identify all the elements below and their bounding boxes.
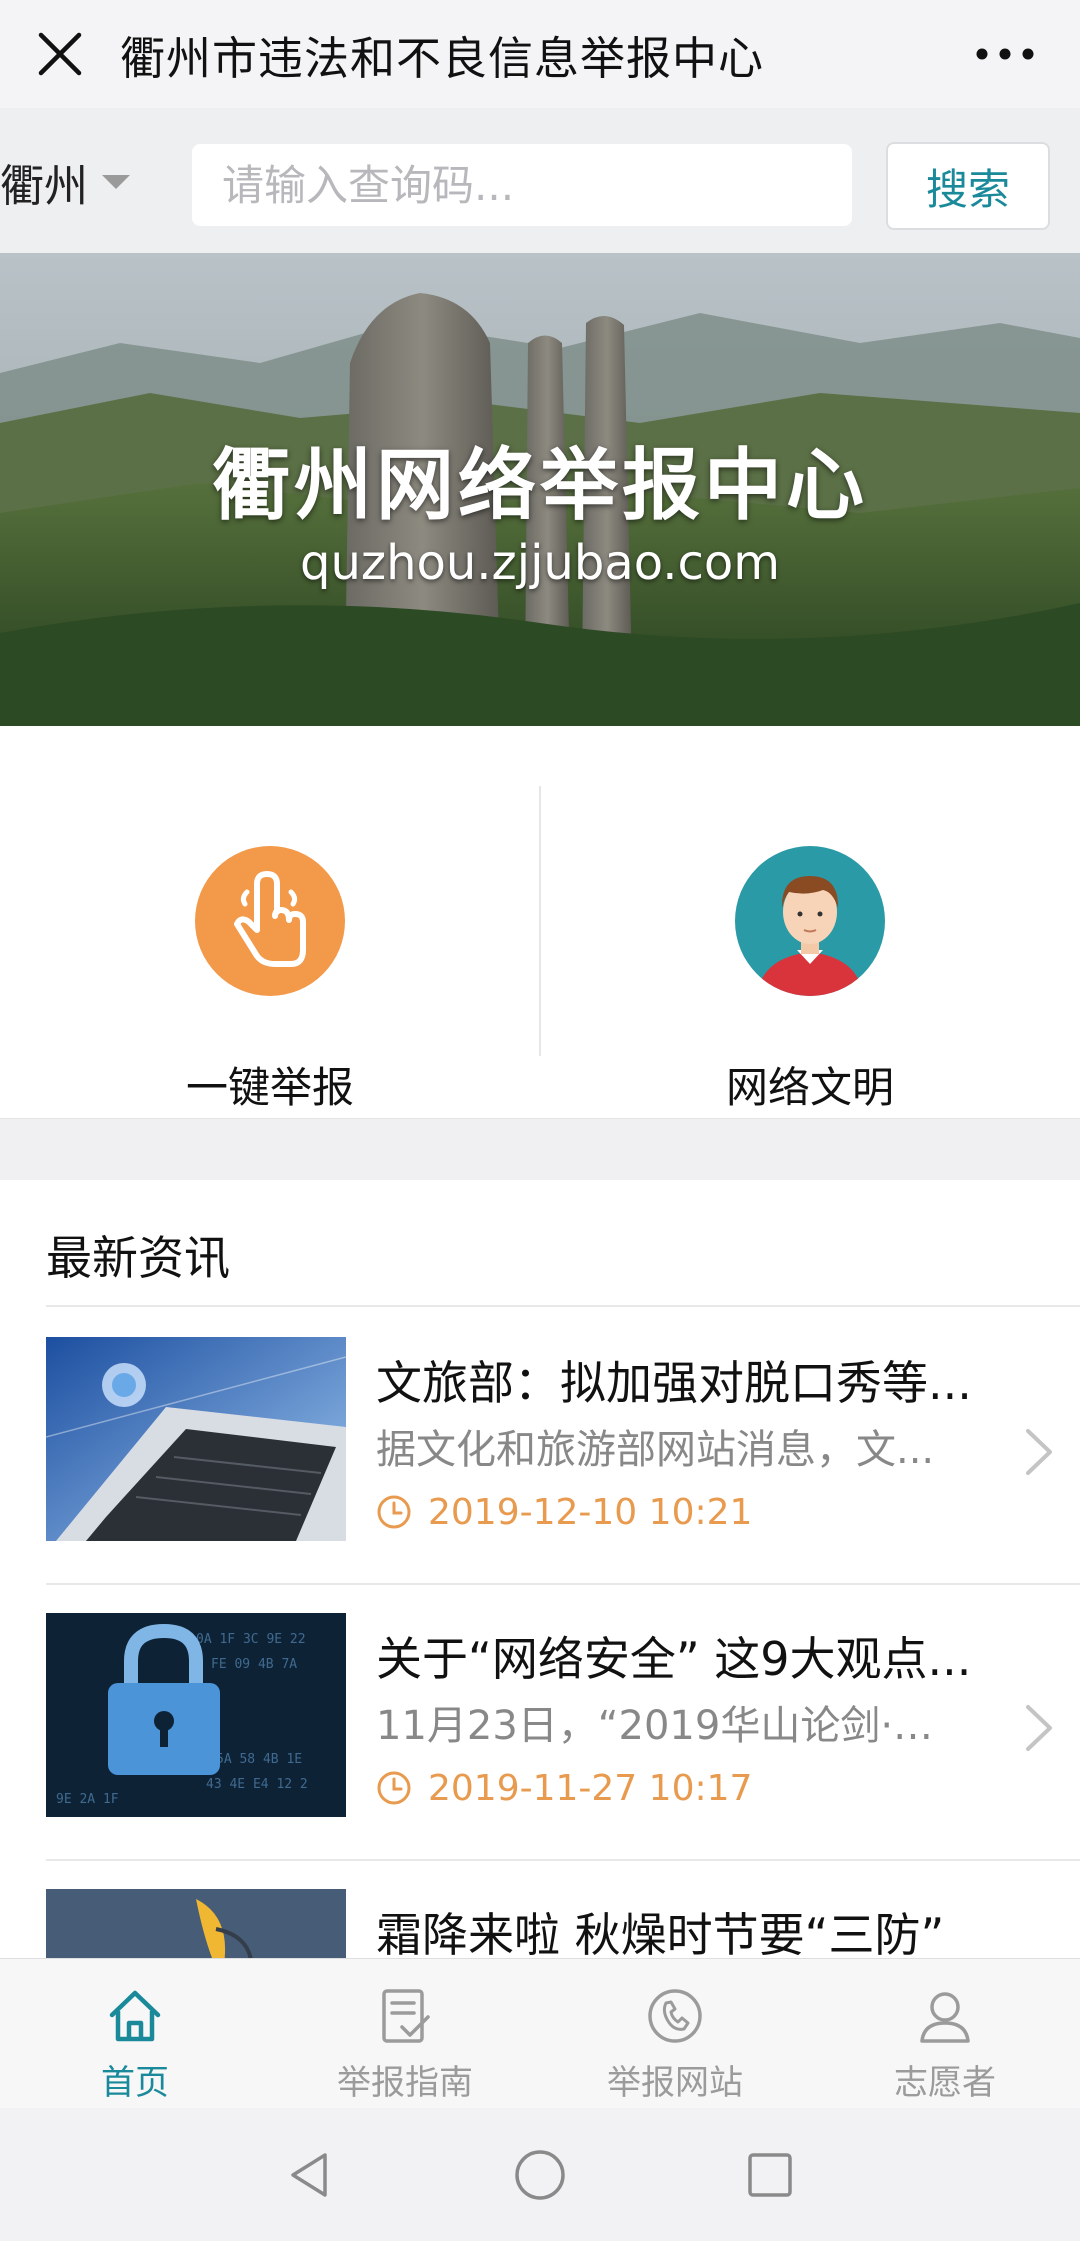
news-section: 最新资讯 文旅部：拟加强对脱口秀等... 据文化和旅游部网站消息，文... 20… <box>0 1180 1080 1958</box>
padlock-image: 0A 1F 3C 9E 22 FE 09 4B 7A 5A 58 4B 1E 43 … <box>46 1613 346 1817</box>
svg-text:FE 09 4B 7A: FE 09 4B 7A <box>211 1657 297 1672</box>
system-nav-bar <box>0 2108 1080 2241</box>
banner[interactable]: 衢州网络举报中心 quzhou.zjjubao.com <box>0 253 1080 726</box>
news-title: 霜降来啦 秋燥时节要“三防” <box>376 1908 945 1958</box>
guide-doc-icon <box>382 1989 430 2043</box>
civility-action[interactable]: 网络文明 <box>540 786 1080 1112</box>
search-row: 衢州 搜索 <box>0 108 1080 253</box>
window-title: 衢州市违法和不良信息举报中心 <box>120 31 765 85</box>
section-title: 最新资讯 <box>46 1231 230 1285</box>
news-time-text: 2019-11-27 10:17 <box>428 1767 753 1809</box>
tab-sites[interactable]: 举报网站 <box>540 1959 810 2109</box>
news-summary: 11月23日，“2019华山论剑·网... <box>376 1703 956 1749</box>
civility-action-label: 网络文明 <box>725 1063 894 1112</box>
caret-down-icon <box>102 175 130 189</box>
svg-text:43 4E E4 12 2: 43 4E E4 12 2 <box>206 1777 308 1792</box>
search-button[interactable]: 搜索 <box>886 142 1050 230</box>
quick-actions: 一键举报 网络文明 <box>0 726 1080 1118</box>
news-item[interactable]: 文旅部：拟加强对脱口秀等... 据文化和旅游部网站消息，文... 2019-12… <box>0 1307 1080 1583</box>
back-icon[interactable] <box>195 2108 425 2241</box>
news-time: 2019-11-27 10:17 <box>376 1765 752 1811</box>
chevron-right-icon <box>1024 1703 1054 1757</box>
more-dots-icon[interactable] <box>960 0 1050 108</box>
news-time-text: 2019-12-10 10:21 <box>428 1491 753 1533</box>
news-summary: 据文化和旅游部网站消息，文... <box>376 1427 935 1473</box>
news-time: 2019-12-10 10:21 <box>376 1489 752 1535</box>
home-icon <box>109 1990 161 2042</box>
tab-volunteer[interactable]: 志愿者 <box>810 1959 1080 2109</box>
chevron-right-icon <box>1024 1427 1054 1481</box>
city-selector[interactable]: 衢州 <box>0 152 130 212</box>
tab-bar: 首页 举报指南 举报网站 志愿者 <box>0 1958 1080 2109</box>
banner-url: quzhou.zjjubao.com <box>299 535 781 591</box>
tab-guide-label: 举报指南 <box>337 2063 473 2103</box>
news-item[interactable]: 霜降来啦 秋燥时节要“三防” <box>0 1859 1080 1958</box>
tab-guide[interactable]: 举报指南 <box>270 1959 540 2109</box>
person-avatar-icon <box>735 846 885 996</box>
tab-sites-label: 举报网站 <box>607 2063 743 2103</box>
clock-icon <box>377 1771 411 1805</box>
tap-finger-icon <box>195 846 345 996</box>
tab-home[interactable]: 首页 <box>0 1959 270 2109</box>
news-title: 关于“网络安全” 这9大观点... <box>376 1632 972 1686</box>
svg-text:0A 1F 3C 9E 22: 0A 1F 3C 9E 22 <box>196 1632 306 1647</box>
news-item[interactable]: 0A 1F 3C 9E 22 FE 09 4B 7A 5A 58 4B 1E 43 … <box>0 1583 1080 1859</box>
search-input[interactable] <box>192 144 852 226</box>
close-icon[interactable] <box>0 0 120 108</box>
tab-volunteer-label: 志愿者 <box>894 2063 996 2103</box>
section-gap <box>0 1118 1080 1182</box>
home-circle-icon[interactable] <box>425 2108 655 2241</box>
user-icon <box>920 1992 970 2043</box>
report-action[interactable]: 一键举报 <box>0 786 540 1112</box>
recents-square-icon[interactable] <box>655 2108 885 2241</box>
news-title: 文旅部：拟加强对脱口秀等... <box>376 1356 972 1410</box>
clock-icon <box>377 1495 411 1529</box>
svg-text:9E 2A 1F: 9E 2A 1F <box>56 1792 119 1807</box>
tab-home-label: 首页 <box>101 2063 169 2103</box>
banner-title: 衢州网络举报中心 <box>211 441 868 531</box>
laptop-image <box>46 1337 346 1541</box>
svg-text:5A 58 4B 1E: 5A 58 4B 1E <box>216 1752 302 1767</box>
city-label: 衢州 <box>0 161 88 212</box>
globe-phone-icon <box>648 1989 702 2043</box>
leaves-image <box>46 1889 346 1958</box>
report-action-label: 一键举报 <box>185 1063 354 1112</box>
title-bar: 衢州市违法和不良信息举报中心 <box>0 0 1080 108</box>
